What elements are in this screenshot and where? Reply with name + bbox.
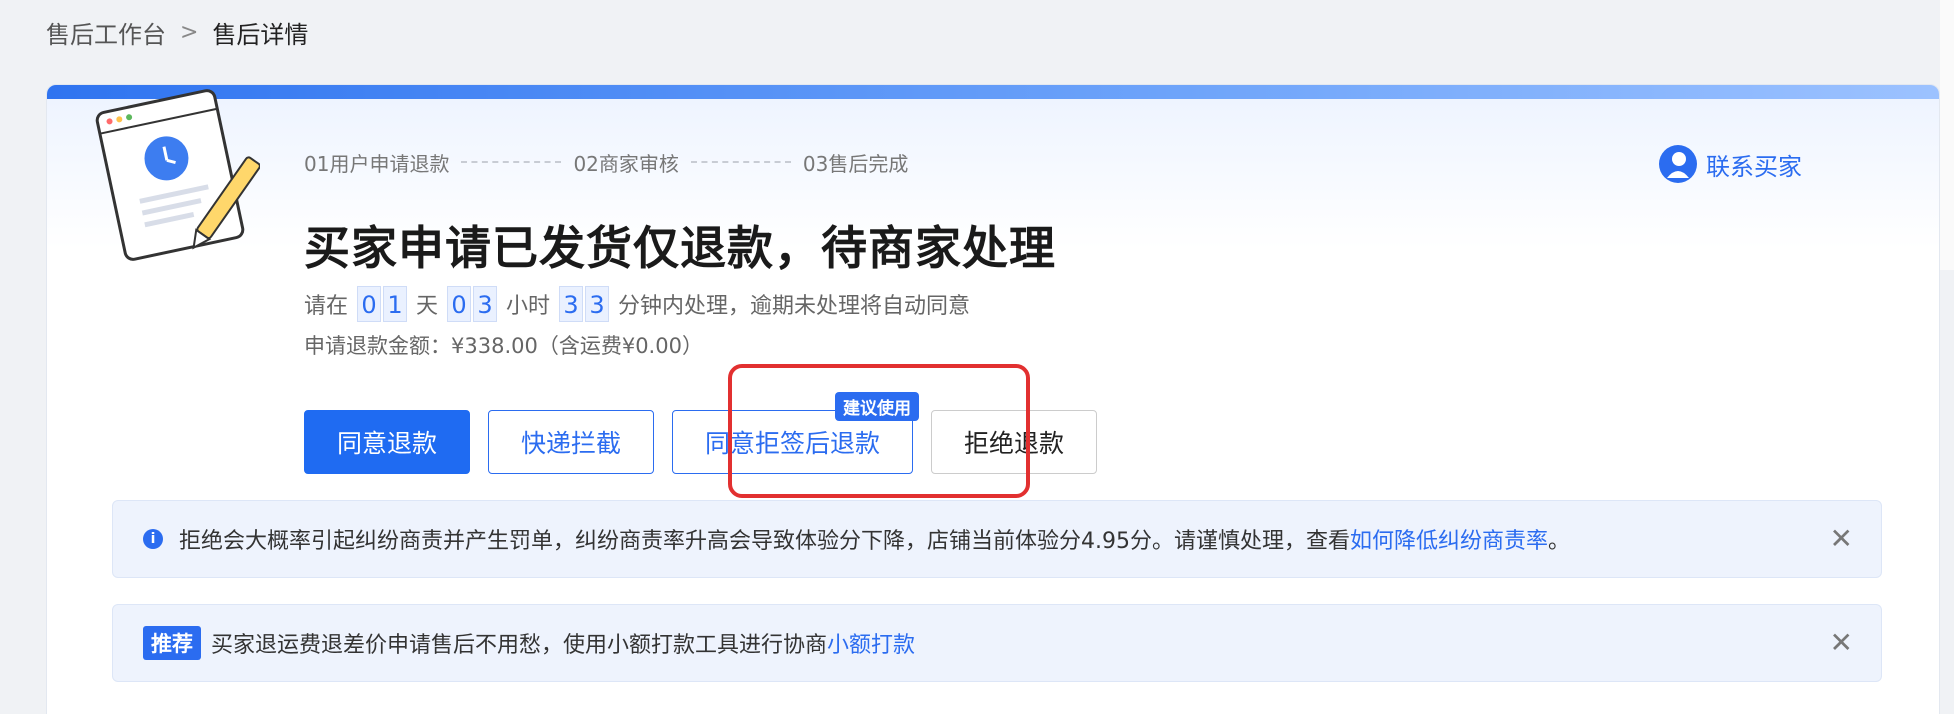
close-icon[interactable]: ✕ — [1830, 525, 1853, 553]
countdown-minute-digit: 3 — [585, 286, 610, 322]
agree-after-reject-wrapper: 同意拒签后退款 建议使用 — [672, 392, 920, 474]
agree-refund-button[interactable]: 同意退款 — [304, 410, 471, 474]
recommend-tag: 推荐 — [143, 626, 201, 660]
countdown: 请在 0 1 天 0 3 小时 3 3 分钟内处理，逾期未处理将自动同意 — [304, 284, 978, 324]
countdown-minute-digit: 3 — [559, 286, 584, 322]
info-icon: i — [143, 529, 163, 549]
contact-buyer-link[interactable]: 联系买家 — [1658, 144, 1802, 184]
contact-buyer-label: 联系买家 — [1706, 152, 1802, 181]
countdown-prefix: 请在 — [304, 294, 349, 319]
card-top-bar — [47, 85, 1939, 99]
chat-person-icon — [1659, 145, 1697, 183]
step-1: 01用户申请退款 — [304, 151, 450, 176]
progress-steps: 01用户申请退款 02商家审核 03售后完成 — [304, 146, 908, 178]
small-payment-link[interactable]: 小额打款 — [827, 633, 915, 658]
step-connector — [690, 161, 791, 163]
document-clock-illustration — [95, 89, 260, 261]
express-intercept-button[interactable]: 快递拦截 — [488, 410, 655, 474]
reject-refund-button[interactable]: 拒绝退款 — [931, 410, 1098, 474]
step-3: 03售后完成 — [802, 151, 909, 176]
countdown-hour-digit: 3 — [473, 286, 498, 322]
countdown-suffix: 分钟内处理，逾期未处理将自动同意 — [618, 294, 971, 319]
page-edge — [1940, 0, 1954, 270]
step-2: 02商家审核 — [573, 151, 679, 176]
action-buttons: 同意退款 快递拦截 同意拒签后退款 建议使用 拒绝退款 — [304, 392, 1098, 474]
countdown-days-unit: 天 — [416, 294, 439, 319]
breadcrumb-current: 售后详情 — [212, 20, 309, 49]
countdown-day-digit: 0 — [357, 286, 382, 322]
refund-amount: 申请退款金额：¥338.00（含运费¥0.00） — [304, 334, 703, 358]
recommend-badge: 建议使用 — [835, 392, 920, 421]
breadcrumb-separator: > — [180, 19, 199, 45]
recommend-notice: 推荐 买家退运费退差价申请售后不用愁，使用小额打款工具进行协商小额打款 ✕ — [112, 604, 1882, 682]
close-icon[interactable]: ✕ — [1830, 629, 1853, 657]
countdown-hours-unit: 小时 — [506, 294, 551, 319]
step-connector — [461, 161, 562, 163]
breadcrumb-parent[interactable]: 售后工作台 — [46, 15, 166, 50]
countdown-hour-digit: 0 — [447, 286, 472, 322]
breadcrumb: 售后工作台 > 售后详情 — [46, 14, 308, 50]
warning-notice: i 拒绝会大概率引起纠纷商责并产生罚单，纠纷商责率升高会导致体验分下降，店铺当前… — [112, 500, 1882, 578]
recommend-text: 买家退运费退差价申请售后不用愁，使用小额打款工具进行协商小额打款 — [211, 633, 916, 658]
warning-text: 拒绝会大概率引起纠纷商责并产生罚单，纠纷商责率升高会导致体验分下降，店铺当前体验… — [179, 529, 1571, 554]
reduce-dispute-link[interactable]: 如何降低纠纷商责率 — [1350, 529, 1548, 554]
page-title: 买家申请已发货仅退款，待商家处理 — [304, 221, 1056, 275]
countdown-day-digit: 1 — [383, 286, 408, 322]
